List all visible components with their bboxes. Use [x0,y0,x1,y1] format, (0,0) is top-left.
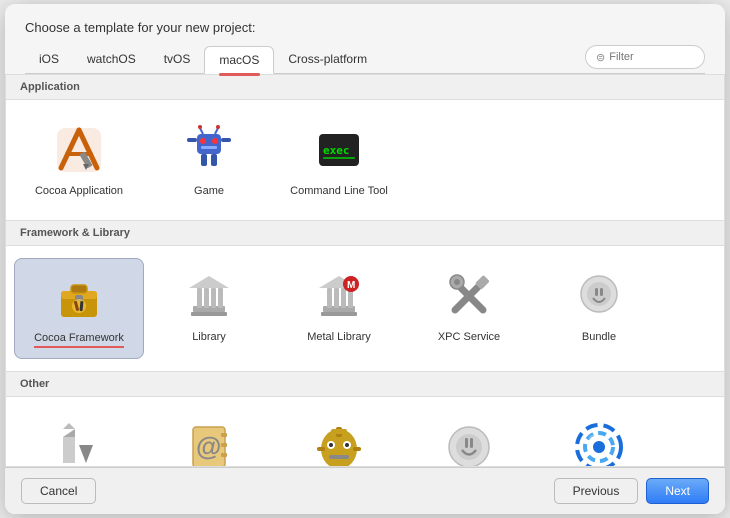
item-cocoa-app[interactable]: Cocoa Application [14,112,144,208]
item-bundle-label: Bundle [582,330,616,344]
item-cocoa-app-label: Cocoa Application [35,184,123,198]
item-xpc-service[interactable]: XPC Service [404,258,534,358]
cancel-button[interactable]: Cancel [21,478,96,504]
droplet-icon [51,419,107,467]
item-droplet[interactable]: Droplet [14,409,144,467]
application-grid: Cocoa Application [6,100,724,220]
bundle-icon [571,268,627,324]
tab-ios[interactable]: iOS [25,46,73,72]
item-game-label: Game [194,184,224,198]
section-header-framework: Framework & Library [6,220,724,246]
item-cocoa-framework[interactable]: Cocoa Framework [14,258,144,358]
svg-text:M: M [347,280,355,291]
metal-library-icon: M [311,268,367,324]
cmd-icon: exec [311,122,367,178]
library-icon [181,268,237,324]
svg-text:@: @ [196,431,221,461]
dialog-header: Choose a template for your new project: … [5,4,725,74]
tab-tvos[interactable]: tvOS [150,46,205,72]
item-metal-library-label: Metal Library [307,330,371,344]
cocoa-app-icon [51,122,107,178]
item-xpc-label: XPC Service [438,330,500,344]
tab-watchos[interactable]: watchOS [73,46,150,72]
dialog-footer: Cancel Previous Next [5,467,725,514]
framework-grid: Cocoa Framework [6,246,724,370]
item-library-label: Library [192,330,226,344]
filter-box[interactable]: ⊜ [585,45,705,69]
item-automator[interactable]: Automator Action [274,409,404,467]
other-grid: Droplet @ Address Book Plug- [6,397,724,467]
ios-on-macos-icon [571,419,627,467]
previous-button[interactable]: Previous [554,478,639,504]
filter-icon: ⊜ [596,51,605,64]
cocoa-framework-icon [51,269,107,325]
item-cocoa-framework-label: Cocoa Framework [34,331,124,347]
section-header-other: Other [6,371,724,397]
item-library[interactable]: Library [144,258,274,358]
item-game[interactable]: Game [144,112,274,208]
item-plugin[interactable]: Plug-in [404,409,534,467]
filter-input[interactable] [609,51,689,63]
xpc-icon [441,268,497,324]
game-icon [181,122,237,178]
tab-bar: iOS watchOS tvOS macOS Cross-platform ⊜ [25,45,705,74]
automator-icon [311,419,367,467]
item-ios-on-macos[interactable]: iOS App on macOS [534,409,664,467]
item-command-line-tool[interactable]: exec Command Line Tool [274,112,404,208]
svg-text:exec: exec [323,144,350,157]
tab-macos[interactable]: macOS [204,46,274,74]
new-project-dialog: Choose a template for your new project: … [5,4,725,514]
addressbook-icon: @ [181,419,237,467]
tab-cross-platform[interactable]: Cross-platform [274,46,381,72]
item-address-book[interactable]: @ Address Book Plug-in [144,409,274,467]
nav-buttons: Previous Next [554,478,709,504]
plugin-icon [441,419,497,467]
item-metal-library[interactable]: M Metal Library [274,258,404,358]
item-cmd-label: Command Line Tool [290,184,388,198]
dialog-title: Choose a template for your new project: [25,20,705,35]
item-bundle[interactable]: Bundle [534,258,664,358]
section-header-application: Application [6,75,724,100]
content-area: Application Coco [5,74,725,467]
next-button[interactable]: Next [646,478,709,504]
